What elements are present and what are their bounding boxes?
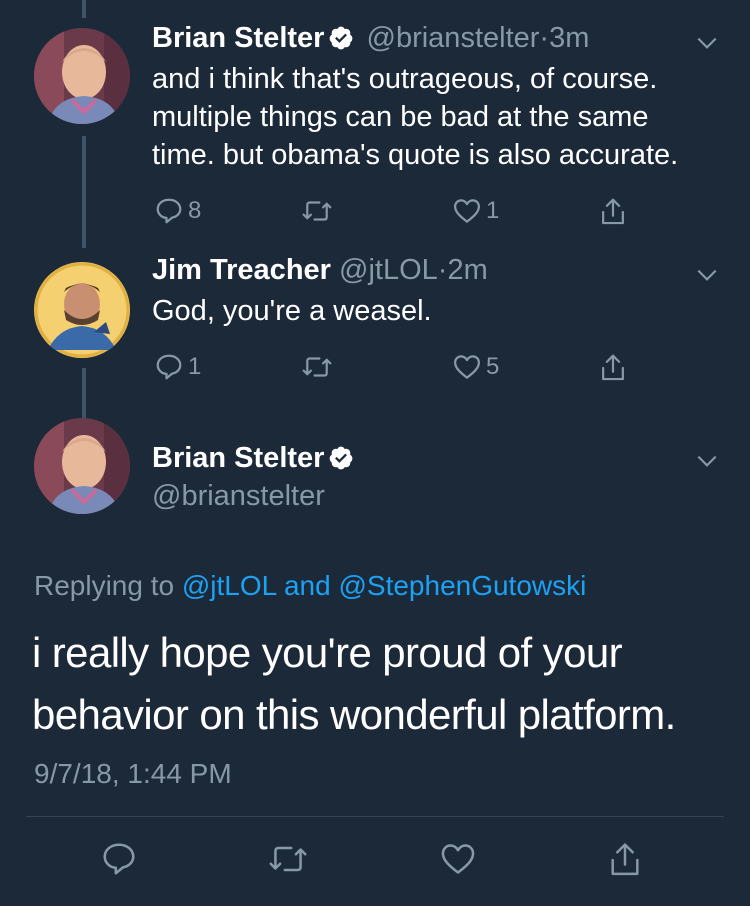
replying-and[interactable]: and xyxy=(276,570,338,601)
mention-link[interactable]: @StephenGutowski xyxy=(338,570,586,601)
retweet-button[interactable] xyxy=(266,840,310,878)
chevron-down-icon[interactable] xyxy=(694,30,720,56)
reply-button[interactable] xyxy=(100,840,138,878)
tweet-text-line: behavior on this wonderful platform. xyxy=(32,691,676,738)
avatar[interactable] xyxy=(34,28,130,124)
tweet-actions: 1 5 xyxy=(152,352,642,386)
tweet-text-line: and i think that's outrageous, of course… xyxy=(152,63,658,95)
retweet-button[interactable] xyxy=(300,352,334,382)
like-button[interactable]: 5 xyxy=(452,352,499,382)
reply-icon xyxy=(156,198,182,224)
reply-icon xyxy=(103,843,135,875)
main-tweet-text: i really hope you're proud of your behav… xyxy=(32,622,676,746)
like-button[interactable]: 1 xyxy=(452,196,499,226)
share-button[interactable] xyxy=(598,196,628,228)
share-button[interactable] xyxy=(598,352,628,384)
reply-count: 1 xyxy=(188,353,202,380)
thread-line-top xyxy=(82,0,86,18)
mention-link[interactable]: @jtLOL xyxy=(182,570,276,601)
share-icon xyxy=(602,354,624,381)
main-tweet-name-row: Brian Stelter xyxy=(152,440,358,480)
like-icon xyxy=(454,355,480,379)
tweet-text-line: multiple things can be bad at the same xyxy=(152,101,649,133)
tweet-actions: 8 1 xyxy=(152,196,642,230)
like-icon xyxy=(441,844,475,874)
thread-line-2 xyxy=(82,368,86,420)
share-icon xyxy=(602,198,624,225)
display-name[interactable]: Jim Treacher xyxy=(152,254,331,286)
share-button[interactable] xyxy=(606,840,644,880)
tweet-timestamp: 9/7/18, 1:44 PM xyxy=(34,758,232,789)
reply-icon xyxy=(156,354,182,380)
tweet-header: Brian Stelter @brianstelter·3m xyxy=(152,20,589,60)
timestamp[interactable]: 2m xyxy=(447,254,487,286)
separator-dot: · xyxy=(539,22,550,54)
display-name[interactable]: Brian Stelter xyxy=(152,22,324,54)
thread-line-1 xyxy=(82,136,86,248)
handle[interactable]: @brianstelter xyxy=(367,22,540,54)
like-button[interactable] xyxy=(438,840,478,878)
tweet-text-line: God, you're a weasel. xyxy=(152,295,432,327)
reply-count: 8 xyxy=(188,197,202,224)
reply-button[interactable]: 1 xyxy=(154,352,201,382)
main-tweet-actions xyxy=(0,838,750,882)
share-icon xyxy=(611,843,639,876)
retweet-icon xyxy=(302,357,332,377)
handle[interactable]: @jtLOL xyxy=(339,254,438,286)
separator-dot: · xyxy=(437,254,448,286)
avatar[interactable] xyxy=(34,418,130,514)
verified-icon xyxy=(328,444,354,480)
reply-button[interactable]: 8 xyxy=(154,196,201,226)
tweet-text: and i think that's outrageous, of course… xyxy=(152,60,678,174)
display-name[interactable]: Brian Stelter xyxy=(152,442,324,474)
tweet-text: God, you're a weasel. xyxy=(152,292,432,330)
tweet-header: Jim Treacher @jtLOL·2m xyxy=(152,252,488,288)
handle[interactable]: @brianstelter xyxy=(152,478,325,514)
divider xyxy=(26,816,724,817)
chevron-down-icon[interactable] xyxy=(694,448,720,474)
tweet-text-line: time. but obama's quote is also accurate… xyxy=(152,139,679,171)
replying-to: Replying to @jtLOL and @StephenGutowski xyxy=(34,568,586,604)
timestamp[interactable]: 3m xyxy=(549,22,589,54)
retweet-icon xyxy=(302,201,332,221)
retweet-button[interactable] xyxy=(300,196,334,226)
chevron-down-icon[interactable] xyxy=(694,262,720,288)
like-count: 1 xyxy=(486,197,500,224)
like-icon xyxy=(454,199,480,223)
avatar[interactable] xyxy=(34,262,130,358)
tweet-text-line: i really hope you're proud of your xyxy=(32,629,623,676)
verified-icon xyxy=(328,24,354,60)
retweet-icon xyxy=(269,846,307,872)
replying-label: Replying to xyxy=(34,570,182,601)
like-count: 5 xyxy=(486,353,500,380)
